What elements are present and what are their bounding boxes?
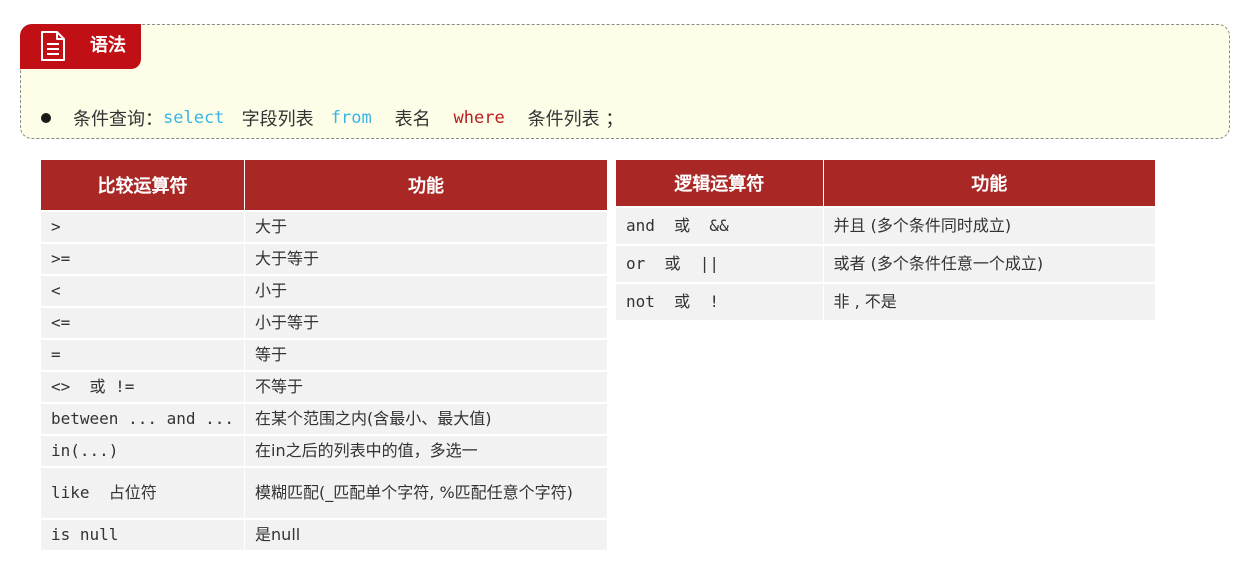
function-cell: 是null (244, 519, 607, 552)
document-icon (41, 31, 65, 61)
conditions-placeholder: 条件列表 (527, 109, 600, 130)
table-row: <> 或 != 不等于 (41, 371, 607, 404)
function-cell: 大于 (244, 211, 607, 244)
column-header: 比较运算符 (41, 160, 245, 212)
table-row: = 等于 (41, 339, 607, 372)
logical-operators-table: 逻辑运算符 功能 and 或 && 并且 (多个条件同时成立) or 或 || … (616, 160, 1155, 322)
operator-cell: and 或 && (616, 207, 823, 246)
operator-cell: not 或 ! (616, 283, 823, 322)
operator-cell: <= (41, 307, 245, 340)
table-row: between ... and ... 在某个范围之内(含最小、最大值) (41, 403, 607, 436)
fields-placeholder: 字段列表 (241, 109, 314, 130)
bullet-icon (41, 113, 51, 123)
table-row: <= 小于等于 (41, 307, 607, 340)
table-row: < 小于 (41, 275, 607, 308)
table-row: > 大于 (41, 211, 607, 244)
function-cell: 或者 (多个条件任意一个成立) (822, 245, 1155, 284)
function-cell: 在in之后的列表中的值，多选一 (244, 435, 607, 468)
function-cell: 在某个范围之内(含最小、最大值) (244, 403, 607, 436)
operator-cell: <> 或 != (41, 371, 245, 404)
comparison-operators-table: 比较运算符 功能 > 大于 >= 大于等于 < 小于 <= 小于等于 = 等于 … (41, 160, 607, 552)
table-row: and 或 && 并且 (多个条件同时成立) (616, 207, 1155, 246)
syntax-box: 语法 条件查询： select 字段列表 from 表名 where 条件列表 … (20, 24, 1230, 139)
function-cell: 并且 (多个条件同时成立) (822, 207, 1155, 246)
column-header: 功能 (822, 160, 1155, 208)
table-row: or 或 || 或者 (多个条件任意一个成立) (616, 245, 1155, 284)
operator-cell: is null (41, 519, 245, 552)
syntax-prefix: 条件查询： (73, 109, 163, 130)
function-cell: 非 , 不是 (822, 283, 1155, 322)
function-cell: 大于等于 (244, 243, 607, 276)
syntax-tag-label: 语法 (90, 35, 126, 56)
function-cell: 小于等于 (244, 307, 607, 340)
table-row: is null 是null (41, 519, 607, 552)
table-row: >= 大于等于 (41, 243, 607, 276)
table-header-row: 逻辑运算符 功能 (616, 160, 1155, 208)
table-row: not 或 ! 非 , 不是 (616, 283, 1155, 322)
table-row: like 占位符 模糊匹配(_匹配单个字符, %匹配任意个字符) (41, 467, 607, 520)
function-cell: 小于 (244, 275, 607, 308)
syntax-line: 条件查询： select 字段列表 from 表名 where 条件列表 ； (41, 106, 623, 130)
table-placeholder: 表名 (394, 109, 431, 130)
from-keyword: from (330, 108, 372, 128)
operator-cell: between ... and ... (41, 403, 245, 436)
table-row: in(...) 在in之后的列表中的值，多选一 (41, 435, 607, 468)
function-cell: 不等于 (244, 371, 607, 404)
function-cell: 等于 (244, 339, 607, 372)
where-keyword: where (453, 108, 505, 128)
column-header: 功能 (244, 160, 607, 212)
operator-cell: or 或 || (616, 245, 823, 284)
operator-cell: = (41, 339, 245, 372)
operator-cell: >= (41, 243, 245, 276)
operator-cell: > (41, 211, 245, 244)
select-keyword: select (163, 108, 225, 128)
statement-end: ； (605, 109, 624, 130)
column-header: 逻辑运算符 (616, 160, 823, 208)
operator-cell: like 占位符 (41, 467, 245, 520)
table-header-row: 比较运算符 功能 (41, 160, 607, 212)
function-cell: 模糊匹配(_匹配单个字符, %匹配任意个字符) (244, 467, 607, 520)
operator-cell: in(...) (41, 435, 245, 468)
syntax-tag: 语法 (20, 24, 141, 69)
operator-cell: < (41, 275, 245, 308)
